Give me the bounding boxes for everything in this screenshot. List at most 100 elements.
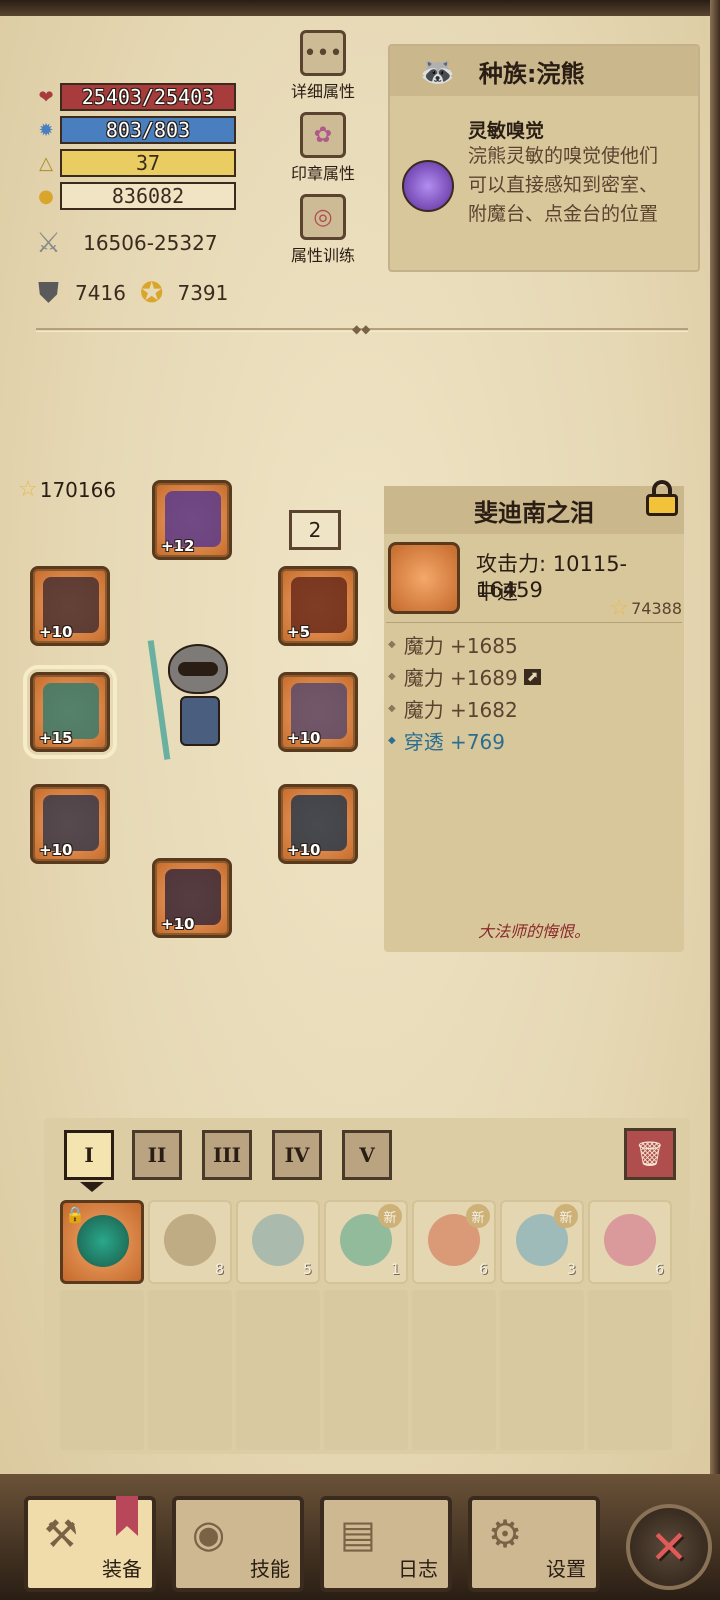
tab-bag-2[interactable]: II [132, 1130, 182, 1180]
eye-scroll-icon [252, 1214, 304, 1266]
hp-value: 25403/25403 [60, 83, 236, 111]
trash-icon: 🗑 [634, 1140, 666, 1168]
gloves-enhance-level: +10 [39, 841, 73, 859]
item-count: 6 [479, 1262, 488, 1278]
item-speed: 中速 [476, 580, 518, 604]
tab-bag-3[interactable]: III [202, 1130, 252, 1180]
offhand-slot[interactable]: +10 [278, 672, 358, 752]
item-detail-panel: 斐迪南之泪 攻击力: 10115-16459 中速 ☆ 74388 ◆ 魔力 +… [384, 480, 684, 952]
tab-bag-5[interactable]: V [342, 1130, 392, 1180]
skill-icon: ◉ [192, 1512, 226, 1556]
raccoon-face-icon: 🦝 [420, 54, 455, 88]
inventory-item[interactable]: 新 6 [412, 1200, 496, 1284]
affix-text: 魔力 +1685 [403, 634, 518, 658]
necklace-enhance-level: +10 [39, 623, 73, 641]
magic-resist-icon: ✪ [140, 276, 164, 309]
attack-stat: ⚔ 16506-25327 [36, 226, 218, 259]
star-icon: ☆ [18, 477, 38, 502]
empty-slot-column [148, 1290, 232, 1450]
diamond-bullet-icon: ◆ [388, 639, 396, 650]
necklace-slot[interactable]: +10 [30, 566, 110, 646]
empty-slot-column [588, 1290, 672, 1450]
helmet-slot[interactable]: +12 [152, 480, 232, 560]
hero-staff [147, 640, 171, 760]
total-score-value: 170166 [39, 477, 117, 502]
weapon-slot[interactable]: +15 [23, 665, 117, 759]
tab-label: V [359, 1143, 375, 1167]
pickaxe-icon [164, 1214, 216, 1266]
armor-slot[interactable]: +5 [278, 566, 358, 646]
divider-ornament-icon: ◆◆ [352, 322, 371, 336]
diamond-bullet-icon: ◆ [388, 735, 396, 746]
gear-icon: ⚙ [488, 1512, 523, 1556]
tab-bag-4[interactable]: IV [272, 1130, 322, 1180]
gloves-slot[interactable]: +10 [30, 784, 110, 864]
inventory-item[interactable]: 新 1 [324, 1200, 408, 1284]
set-bonus-count[interactable]: 2 [289, 510, 341, 550]
item-divider [386, 622, 682, 623]
level-row: △ 37 [34, 148, 236, 178]
nav-equipment-label: 装备 [102, 1557, 142, 1581]
level-value: 37 [60, 149, 236, 177]
boots-slot[interactable]: +10 [152, 858, 232, 938]
empty-slot-column [324, 1290, 408, 1450]
keen-smell-trait-icon[interactable] [402, 160, 454, 212]
tab-bag-1[interactable]: I [64, 1130, 114, 1180]
affix-row: ◆ 魔力 +1689 ⬈ [388, 662, 542, 691]
seal-attributes-label: 印章属性 [290, 164, 355, 183]
inventory-item[interactable]: 5 [236, 1200, 320, 1284]
item-count: 8 [215, 1262, 224, 1278]
tab-label: III [212, 1143, 242, 1167]
tab-label: II [147, 1143, 167, 1167]
item-score: ☆ 74388 [609, 596, 682, 621]
set-count-value: 2 [308, 518, 322, 542]
new-badge: 新 [378, 1204, 402, 1228]
total-equipment-score: ☆ 170166 [18, 477, 116, 502]
tab-label: I [84, 1143, 94, 1167]
ring-slot[interactable]: +10 [278, 784, 358, 864]
offhand-enhance-level: +10 [287, 729, 321, 747]
hp-row: ❤ 25403/25403 [34, 82, 236, 112]
race-title: 种族:浣熊 [478, 59, 585, 88]
item-count: 1 [391, 1262, 400, 1278]
trait-description: 浣熊灵敏的嗅觉使他们可以直接感知到密室、附魔台、点金台的位置 [468, 145, 659, 225]
tab-label: IV [284, 1143, 310, 1167]
attack-value: 16506-25327 [83, 230, 218, 255]
attribute-training-button[interactable]: ◎ 属性训练 [288, 194, 358, 266]
empty-slot-column [500, 1290, 584, 1450]
diamond-bullet-icon: ◆ [388, 703, 396, 714]
potion-pink-icon [604, 1214, 656, 1266]
nav-settings[interactable]: ⚙ 设置 [468, 1496, 600, 1592]
item-staff-thumbnail [388, 542, 460, 614]
detail-attributes-button[interactable]: ••• 详细属性 [288, 30, 358, 102]
seal-attributes-button[interactable]: ✿ 印章属性 [288, 112, 358, 184]
race-header: 🦝 种族:浣熊 [390, 46, 698, 96]
close-button[interactable]: ✕ [626, 1504, 712, 1590]
affix-text: 魔力 +1689 [403, 666, 518, 690]
heart-icon: ❤ [38, 86, 54, 108]
mp-value: 803/803 [60, 116, 236, 144]
new-badge: 新 [554, 1204, 578, 1228]
mana-icon: ✹ [38, 119, 54, 141]
item-count: 3 [567, 1262, 576, 1278]
inventory-item[interactable]: 6 [588, 1200, 672, 1284]
attribute-training-label: 属性训练 [290, 246, 355, 265]
close-icon: ✕ [649, 1520, 689, 1574]
active-tab-pointer [80, 1182, 104, 1192]
trash-button[interactable]: 🗑 [624, 1128, 676, 1180]
nav-journal[interactable]: ▤ 日志 [320, 1496, 452, 1592]
nav-skills[interactable]: ◉ 技能 [172, 1496, 304, 1592]
armor-enhance-level: +5 [287, 623, 311, 641]
inventory-item[interactable]: 8 [148, 1200, 232, 1284]
inventory-item[interactable]: 新 3 [500, 1200, 584, 1284]
weapon-enhance-level: +15 [39, 729, 73, 747]
new-badge: 新 [466, 1204, 490, 1228]
affix-row: ◆ 魔力 +1685 [388, 630, 518, 659]
lock-icon: 🔒 [65, 1205, 85, 1224]
lock-icon[interactable] [646, 480, 678, 516]
affix-row: ◆ 穿透 +769 [388, 726, 505, 755]
hero-mask [178, 662, 218, 676]
ellipsis-icon: ••• [300, 30, 346, 76]
detail-attributes-label: 详细属性 [290, 82, 355, 101]
inventory-item[interactable]: 🔒 [60, 1200, 144, 1284]
